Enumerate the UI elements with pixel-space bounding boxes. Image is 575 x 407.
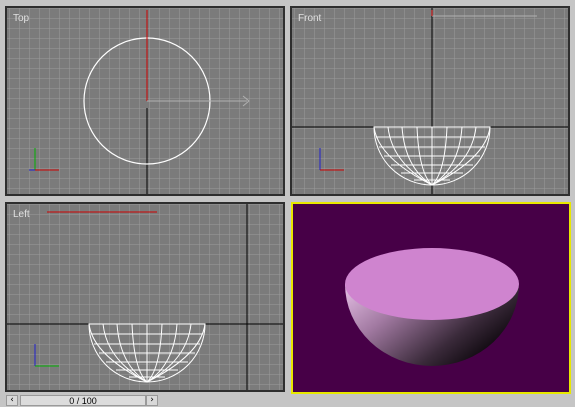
- time-slider-prev-button[interactable]: ‹: [6, 395, 18, 406]
- chevron-right-icon: ›: [150, 395, 154, 405]
- viewport-front-canvas: [292, 8, 568, 194]
- viewport-perspective-canvas: [345, 248, 519, 366]
- hemisphere-top-face: [345, 248, 519, 320]
- viewport-left[interactable]: Left: [5, 202, 285, 392]
- time-slider-value: 0 / 100: [69, 396, 97, 406]
- viewport-left-label[interactable]: Left: [13, 209, 30, 220]
- time-slider-track[interactable]: 0 / 100: [20, 395, 146, 406]
- viewport-perspective[interactable]: [291, 202, 571, 394]
- time-slider-next-button[interactable]: ›: [146, 395, 158, 406]
- viewport-top-label[interactable]: Top: [13, 13, 29, 24]
- viewport-front[interactable]: Front: [290, 6, 570, 196]
- viewport-left-canvas: [7, 204, 283, 390]
- viewport-top-canvas: [7, 8, 283, 194]
- viewport-front-label[interactable]: Front: [298, 13, 321, 24]
- chevron-left-icon: ‹: [10, 395, 14, 405]
- viewport-top[interactable]: Top: [5, 6, 285, 196]
- time-slider-bar: ‹ 0 / 100 ›: [0, 394, 575, 406]
